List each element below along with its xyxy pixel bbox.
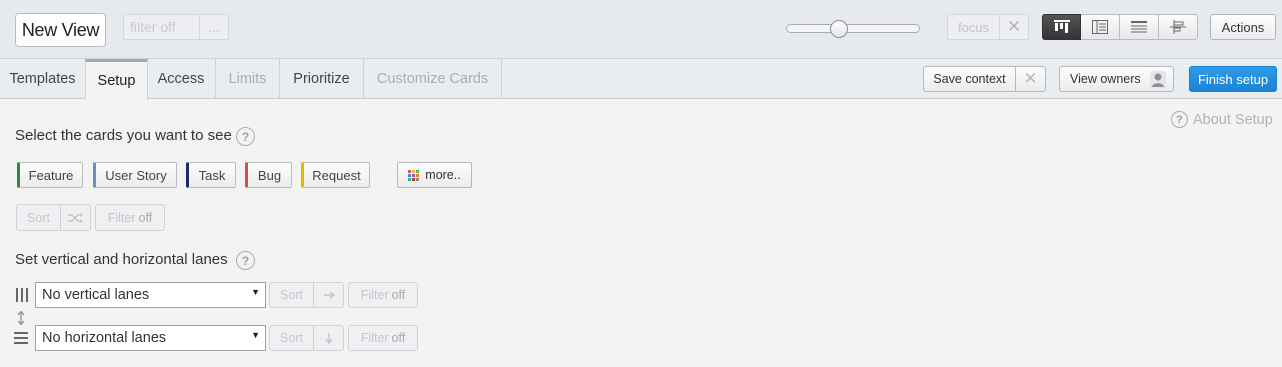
horizontal-lanes-sort-button: Sort [269, 325, 314, 351]
board-view-button[interactable] [1042, 14, 1081, 40]
timeline-view-icon [1170, 20, 1186, 34]
shuffle-icon [67, 212, 83, 223]
view-title-button[interactable]: New View [15, 13, 106, 47]
swap-lanes-icon[interactable] [15, 311, 27, 325]
sort-vertical-icon [324, 333, 333, 344]
filter-label: Filter [107, 210, 136, 225]
close-icon: ✕ [1006, 17, 1022, 36]
vertical-lanes-value: No vertical lanes [42, 287, 150, 303]
more-label: more.. [425, 168, 461, 182]
filter-label: Filter [360, 288, 389, 302]
cards-sort-options-button [60, 204, 91, 231]
filter-state: off [138, 210, 153, 225]
tab-limits: Limits [216, 59, 280, 99]
card-type-task[interactable]: Task [186, 162, 236, 188]
cards-heading: Select the cards you want to see [15, 127, 232, 144]
about-setup-label: About Setup [1193, 111, 1273, 128]
horizontal-lanes-sort-direction-button [313, 325, 344, 351]
horizontal-lanes-value: No horizontal lanes [42, 330, 167, 346]
view-owners-button[interactable]: View owners [1059, 66, 1174, 92]
zoom-slider-track[interactable] [786, 24, 920, 33]
focus-button[interactable]: focus [947, 14, 1000, 40]
list-view-button[interactable] [1081, 14, 1120, 40]
view-mode-group [1042, 14, 1198, 40]
clear-context-button[interactable]: ✕ [1015, 66, 1046, 92]
tab-templates[interactable]: Templates [0, 59, 86, 99]
table-view-icon [1131, 21, 1147, 33]
more-card-types-button[interactable]: more.. [397, 162, 472, 188]
horizontal-lanes-icon [14, 332, 28, 344]
close-icon: ✕ [1023, 69, 1038, 88]
filter-label: Filter [360, 331, 389, 345]
view-owners-label: View owners [1070, 72, 1141, 86]
dropdown-arrow-icon: ▼ [251, 287, 260, 297]
vertical-lanes-filter-button: Filter off [348, 282, 418, 308]
zoom-slider-handle[interactable] [830, 20, 849, 38]
user-icon [1150, 71, 1166, 88]
filter-more-button[interactable]: ... [199, 14, 229, 40]
card-types-mosaic-icon [408, 169, 420, 181]
vertical-lanes-icon [16, 288, 28, 302]
card-type-feature[interactable]: Feature [17, 162, 83, 188]
save-context-button[interactable]: Save context [923, 66, 1016, 92]
focus-clear-button[interactable]: ✕ [999, 14, 1029, 40]
card-type-request[interactable]: Request [301, 162, 370, 188]
lanes-help-icon[interactable]: ? [236, 251, 255, 270]
finish-setup-button[interactable]: Finish setup [1189, 66, 1277, 92]
cards-filter-button: Filter off [95, 204, 165, 231]
sort-horizontal-icon [323, 291, 335, 299]
horizontal-lanes-select[interactable]: No horizontal lanes ▼ [35, 325, 266, 351]
actions-button[interactable]: Actions [1210, 14, 1276, 40]
lanes-heading: Set vertical and horizontal lanes [15, 251, 228, 268]
cards-sort-button: Sort [16, 204, 61, 231]
about-setup-link[interactable]: ? About Setup [1171, 111, 1273, 128]
vertical-lanes-sort-button: Sort [269, 282, 314, 308]
tab-prioritize[interactable]: Prioritize [280, 59, 364, 99]
filter-toggle[interactable]: filter off [123, 14, 200, 40]
dropdown-arrow-icon: ▼ [251, 330, 260, 340]
tab-customize-cards: Customize Cards [364, 59, 502, 99]
vertical-lanes-sort-direction-button [313, 282, 344, 308]
vertical-lanes-select[interactable]: No vertical lanes ▼ [35, 282, 266, 308]
cards-help-icon[interactable]: ? [236, 127, 255, 146]
horizontal-lanes-filter-button: Filter off [348, 325, 418, 351]
tab-setup[interactable]: Setup [85, 59, 148, 100]
tab-access[interactable]: Access [147, 59, 216, 99]
card-type-user-story[interactable]: User Story [93, 162, 177, 188]
filter-state: off [391, 288, 406, 302]
timeline-view-button[interactable] [1159, 14, 1198, 40]
card-type-bug[interactable]: Bug [245, 162, 292, 188]
list-view-icon [1092, 20, 1108, 34]
board-view-icon [1053, 20, 1070, 33]
help-icon: ? [1171, 111, 1188, 128]
filter-state: off [391, 331, 406, 345]
table-view-button[interactable] [1120, 14, 1159, 40]
